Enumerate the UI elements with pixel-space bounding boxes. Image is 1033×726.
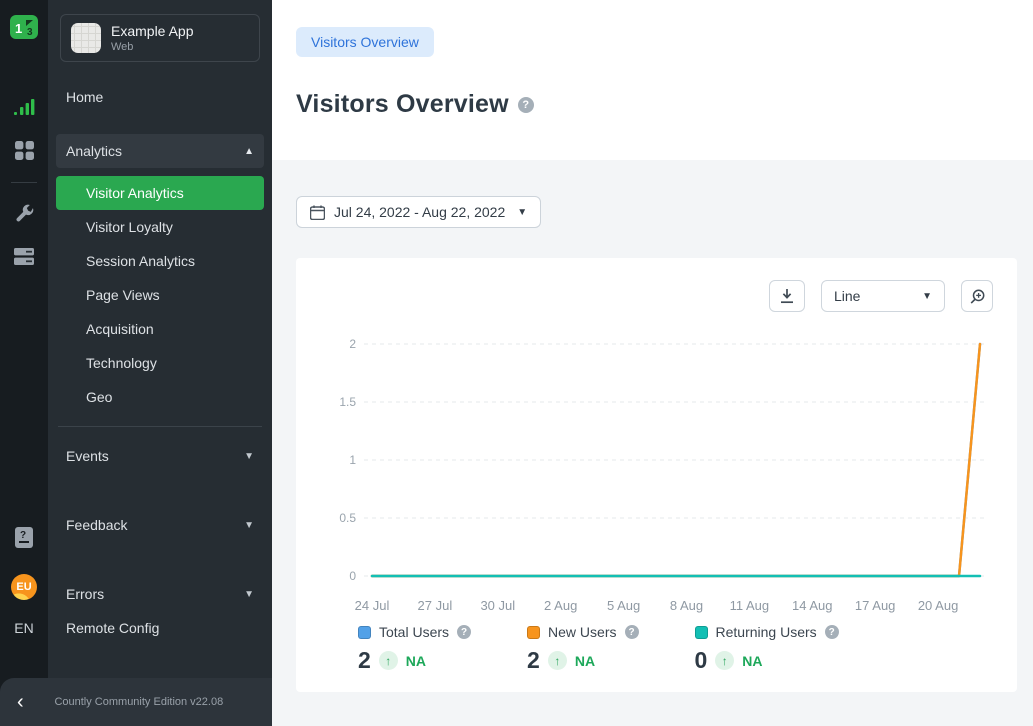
returning-users-help-icon[interactable]: ?: [825, 625, 839, 639]
eu-region-badge[interactable]: EU: [11, 574, 37, 600]
chevron-down-icon: ▼: [244, 589, 254, 600]
total-users-help-icon[interactable]: ?: [457, 625, 471, 639]
chart-legend: Total Users ? 2 ↑ NA New Users ?: [358, 624, 993, 674]
sidebar-item-acquisition[interactable]: Acquisition: [56, 312, 264, 346]
sidebar-item-events[interactable]: Events ▼: [56, 439, 264, 473]
magnifier-plus-icon: [970, 289, 985, 304]
server-icon[interactable]: [14, 247, 34, 266]
sidebar: 1 3: [0, 0, 272, 726]
sidebar-item-page-views[interactable]: Page Views: [56, 278, 264, 312]
chart-type-select[interactable]: Line ▼: [821, 280, 945, 312]
sidebar-item-errors[interactable]: Errors ▼: [56, 577, 264, 611]
page-title: Visitors Overview: [296, 90, 509, 119]
new-users-help-icon[interactable]: ?: [625, 625, 639, 639]
content-area: Jul 24, 2022 - Aug 22, 2022 ▼ Line ▼: [272, 160, 1033, 726]
sidebar-menu: Home Analytics ▲ Visitor Analytics Visit…: [48, 62, 272, 645]
chevron-down-icon: ▼: [922, 291, 932, 302]
returning-users-change: NA: [742, 653, 762, 669]
svg-text:20 Aug: 20 Aug: [918, 598, 959, 613]
sidebar-footer: ‹ Countly Community Edition v22.08: [0, 678, 272, 726]
download-icon: [780, 289, 794, 304]
svg-text:1: 1: [349, 453, 356, 467]
svg-text:27 Jul: 27 Jul: [418, 598, 453, 613]
date-range-picker[interactable]: Jul 24, 2022 - Aug 22, 2022 ▼: [296, 196, 541, 228]
svg-text:17 Aug: 17 Aug: [855, 598, 896, 613]
legend-item-new-users[interactable]: New Users ? 2 ↑ NA: [527, 624, 638, 674]
svg-text:0.5: 0.5: [339, 511, 356, 525]
trend-up-icon: ↑: [379, 651, 398, 670]
download-chart-button[interactable]: [769, 280, 805, 312]
svg-text:14 Aug: 14 Aug: [792, 598, 833, 613]
trend-up-icon: ↑: [548, 651, 567, 670]
total-users-value: 2: [358, 647, 371, 674]
sidebar-item-geo[interactable]: Geo: [56, 380, 264, 414]
svg-text:1.5: 1.5: [339, 395, 356, 409]
chevron-down-icon: ▼: [244, 520, 254, 531]
menu-divider: [58, 426, 262, 427]
legend-item-returning-users[interactable]: Returning Users ? 0 ↑ NA: [695, 624, 839, 674]
new-users-swatch: [527, 626, 540, 639]
svg-text:0: 0: [349, 569, 356, 583]
language-selector[interactable]: EN: [14, 620, 33, 636]
sidebar-item-visitor-loyalty[interactable]: Visitor Loyalty: [56, 210, 264, 244]
breadcrumb-tab-visitors-overview[interactable]: Visitors Overview: [296, 27, 434, 57]
returning-users-swatch: [695, 626, 708, 639]
analytics-bars-icon[interactable]: [13, 99, 35, 117]
returning-users-value: 0: [695, 647, 708, 674]
chart-card: Line ▼ 0 0.5 1 1.5 2 24 Jul 27 Jul 30 Jul 2 Aug 5…: [296, 258, 1017, 692]
chevron-down-icon: ▼: [517, 207, 527, 218]
main-area: Visitors Overview Visitors Overview ? Ju…: [272, 0, 1033, 726]
new-users-change: NA: [575, 653, 595, 669]
sidebar-item-analytics[interactable]: Analytics ▲: [56, 134, 264, 168]
svg-text:24 Jul: 24 Jul: [355, 598, 390, 613]
title-help-icon[interactable]: ?: [518, 97, 534, 113]
svg-text:8 Aug: 8 Aug: [670, 598, 703, 613]
app-name: Example App: [111, 23, 194, 40]
sidebar-item-visitor-analytics[interactable]: Visitor Analytics: [56, 176, 264, 210]
svg-text:11 Aug: 11 Aug: [730, 598, 770, 613]
calendar-icon: [310, 205, 325, 220]
rail-divider: [11, 182, 37, 183]
sidebar-item-technology[interactable]: Technology: [56, 346, 264, 380]
chevron-up-icon: ▲: [244, 146, 254, 157]
date-range-value: Jul 24, 2022 - Aug 22, 2022: [334, 204, 505, 220]
chevron-down-icon: ▼: [244, 451, 254, 462]
collapse-sidebar-button[interactable]: ‹: [17, 692, 24, 712]
page-header: Visitors Overview Visitors Overview ?: [272, 0, 1033, 160]
total-users-change: NA: [406, 653, 426, 669]
wrench-icon[interactable]: [14, 203, 34, 223]
sidebar-item-feedback[interactable]: Feedback ▼: [56, 508, 264, 542]
legend-item-total-users[interactable]: Total Users ? 2 ↑ NA: [358, 624, 471, 674]
svg-text:3: 3: [27, 27, 33, 38]
sidebar-menu-panel: Example App Web Home Analytics ▲ Visitor…: [48, 0, 272, 726]
app-icon: [71, 23, 101, 53]
dashboard-grid-icon[interactable]: [15, 141, 34, 160]
trend-up-icon: ↑: [715, 651, 734, 670]
svg-text:2 Aug: 2 Aug: [544, 598, 577, 613]
new-users-value: 2: [527, 647, 540, 674]
version-label: Countly Community Edition v22.08: [24, 696, 272, 708]
countly-logo-icon[interactable]: 1 3: [9, 12, 39, 47]
svg-text:30 Jul: 30 Jul: [480, 598, 515, 613]
chart-type-value: Line: [834, 288, 860, 304]
total-users-swatch: [358, 626, 371, 639]
help-document-icon[interactable]: ?: [15, 527, 33, 548]
icon-rail: 1 3: [0, 0, 48, 726]
chart-controls: Line ▼: [320, 280, 993, 312]
zoom-chart-button[interactable]: [961, 280, 993, 312]
svg-text:1: 1: [15, 21, 22, 36]
sidebar-item-session-analytics[interactable]: Session Analytics: [56, 244, 264, 278]
svg-text:2: 2: [349, 337, 356, 351]
app-switcher[interactable]: Example App Web: [60, 14, 260, 62]
svg-text:?: ?: [20, 530, 26, 541]
app-platform: Web: [111, 41, 194, 53]
visitors-line-chart: 0 0.5 1 1.5 2 24 Jul 27 Jul 30 Jul 2 Aug 5 Aug 8 A…: [320, 320, 996, 620]
sidebar-item-remote-config[interactable]: Remote Config: [56, 611, 264, 645]
svg-text:5 Aug: 5 Aug: [607, 598, 640, 613]
sidebar-item-home[interactable]: Home: [56, 80, 264, 114]
